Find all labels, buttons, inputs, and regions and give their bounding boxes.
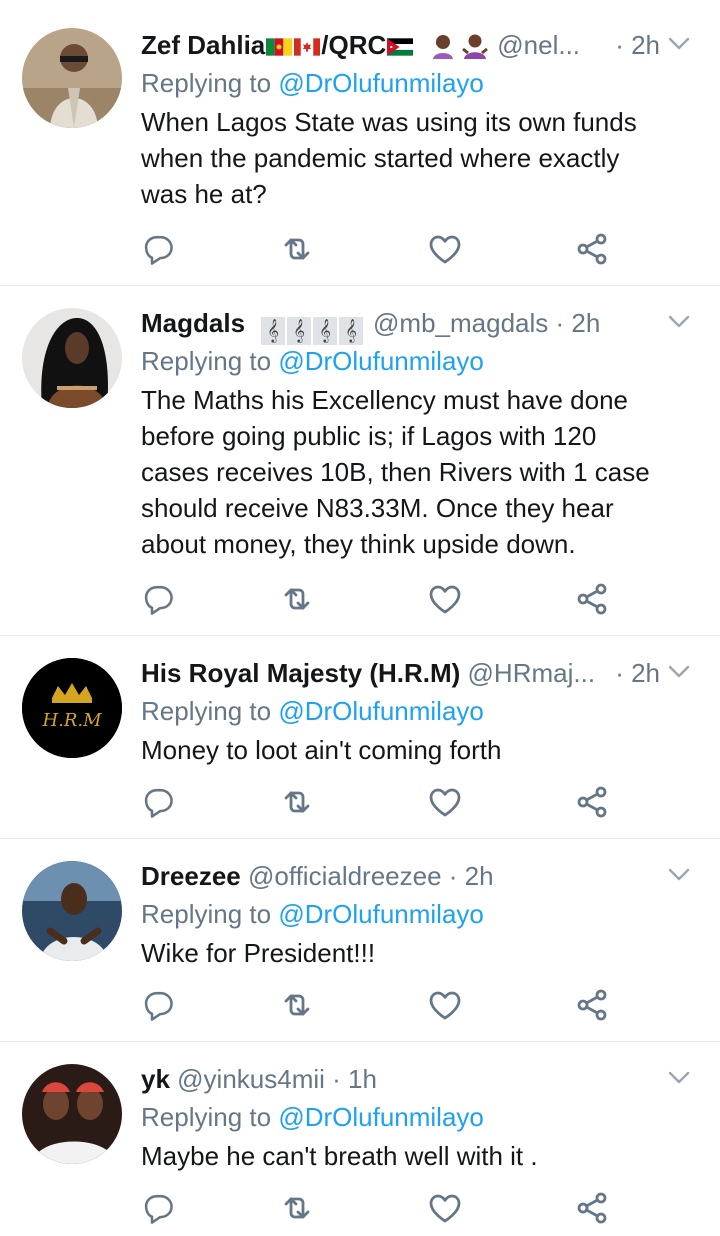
tweet-actions [0, 782, 720, 822]
tweet-actions [0, 229, 720, 269]
like-icon[interactable] [425, 985, 465, 1025]
chevron-down-icon[interactable] [666, 30, 692, 56]
retweet-icon[interactable] [277, 1188, 317, 1228]
mention-link[interactable]: @DrOlufunmilayo [278, 68, 484, 98]
chevron-down-icon[interactable] [666, 1064, 692, 1090]
reply-icon[interactable] [137, 985, 177, 1025]
replying-label: Replying to [141, 68, 272, 98]
cameroon-flag-icon [266, 38, 293, 56]
timestamp[interactable]: · 2h [615, 654, 660, 692]
user-handle[interactable]: @officialdreezee [248, 861, 442, 891]
tweet-actions [0, 1188, 720, 1228]
tweet-header: Magdals 𝄞 𝄞 𝄞 𝄞 @mb_magdals · 2h [141, 304, 700, 345]
avatar[interactable] [22, 1064, 122, 1164]
user-handle[interactable]: @yinkus4mii [177, 1064, 325, 1094]
replying-label: Replying to [141, 899, 272, 929]
chevron-down-icon[interactable] [666, 308, 692, 334]
chevron-down-icon[interactable] [666, 658, 692, 684]
avatar[interactable] [22, 308, 122, 408]
tweet-text: The Maths his Excellency must have done … [141, 385, 650, 559]
canada-flag-icon [294, 38, 321, 56]
tweet-actions [0, 985, 720, 1025]
user-handle[interactable]: @HRmaj... [468, 658, 596, 688]
avatar-logo-text: H.R.M [41, 710, 102, 731]
tweet-item[interactable]: Dreezee @officialdreezee · 2h Replying t… [0, 839, 720, 1042]
tweet-text: When Lagos State was using its own funds… [141, 107, 637, 209]
tweet-text: Wike for President!!! [141, 938, 376, 968]
like-icon[interactable] [425, 782, 465, 822]
tweet-item[interactable]: H.R.M His Royal Majesty (H.R.M) @HRmaj..… [0, 636, 720, 839]
like-icon[interactable] [425, 1188, 465, 1228]
like-icon[interactable] [425, 229, 465, 269]
replying-label: Replying to [141, 346, 272, 376]
timestamp[interactable]: · 1h [332, 1064, 377, 1094]
retweet-icon[interactable] [277, 229, 317, 269]
timestamp[interactable]: · 2h [449, 861, 494, 891]
display-name[interactable]: yk [141, 1064, 170, 1094]
display-name-suffix: /QRC [321, 30, 387, 60]
mention-link[interactable]: @DrOlufunmilayo [278, 1102, 484, 1132]
replying-label: Replying to [141, 1102, 272, 1132]
display-name[interactable]: Zef Dahlia [141, 30, 265, 60]
tweet-text: Maybe he can't breath well with it . [141, 1141, 538, 1171]
share-icon[interactable] [572, 985, 612, 1025]
share-icon[interactable] [572, 229, 612, 269]
avatar[interactable] [22, 28, 122, 128]
replying-to: Replying to @DrOlufunmilayo [141, 895, 700, 933]
tweet-item[interactable]: yk @yinkus4mii · 1h Replying to @DrOlufu… [0, 1042, 720, 1236]
timestamp[interactable]: · 2h [556, 308, 601, 338]
jordan-flag-icon [387, 38, 414, 56]
music-note-icon: 𝄞 [339, 317, 364, 345]
retweet-icon[interactable] [277, 782, 317, 822]
display-name[interactable]: Dreezee [141, 861, 241, 891]
tweet-item[interactable]: Magdals 𝄞 𝄞 𝄞 𝄞 @mb_magdals · 2h Replying to … [0, 286, 720, 636]
tweet-item[interactable]: Zef Dahlia/QRC @nel... · 2h Replying to @… [0, 0, 720, 286]
share-icon[interactable] [572, 782, 612, 822]
share-icon[interactable] [572, 579, 612, 619]
user-handle[interactable]: @nel... [497, 30, 580, 60]
replying-label: Replying to [141, 696, 272, 726]
replying-to: Replying to @DrOlufunmilayo [141, 342, 700, 380]
retweet-icon[interactable] [277, 579, 317, 619]
tweet-header: His Royal Majesty (H.R.M) @HRmaj... · 2h [141, 654, 700, 692]
replying-to: Replying to @DrOlufunmilayo [141, 64, 700, 102]
mention-link[interactable]: @DrOlufunmilayo [278, 899, 484, 929]
mention-link[interactable]: @DrOlufunmilayo [278, 346, 484, 376]
display-name[interactable]: His Royal Majesty (H.R.M) [141, 658, 460, 688]
reply-icon[interactable] [137, 229, 177, 269]
music-note-icon: 𝄞 [287, 317, 312, 345]
tweet-text: Money to loot ain't coming forth [141, 735, 502, 765]
tweet-header: Zef Dahlia/QRC @nel... · 2h [141, 26, 700, 64]
user-handle[interactable]: @mb_magdals [373, 308, 548, 338]
reply-icon[interactable] [137, 1188, 177, 1228]
reply-icon[interactable] [137, 782, 177, 822]
facepalm-emoji-icon [433, 35, 454, 59]
shrug-emoji-icon [462, 34, 489, 59]
chevron-down-icon[interactable] [666, 861, 692, 887]
avatar[interactable] [22, 861, 122, 961]
avatar[interactable]: H.R.M [22, 658, 122, 758]
retweet-icon[interactable] [277, 985, 317, 1025]
replying-to: Replying to @DrOlufunmilayo [141, 692, 700, 730]
share-icon[interactable] [572, 1188, 612, 1228]
tweet-actions [0, 579, 720, 619]
tweet-header: Dreezee @officialdreezee · 2h [141, 857, 700, 895]
display-name[interactable]: Magdals [141, 308, 245, 338]
replying-to: Replying to @DrOlufunmilayo [141, 1098, 700, 1136]
music-note-icon: 𝄞 [313, 317, 338, 345]
mention-link[interactable]: @DrOlufunmilayo [278, 696, 484, 726]
reply-icon[interactable] [137, 579, 177, 619]
like-icon[interactable] [425, 579, 465, 619]
music-note-icon: 𝄞 [261, 317, 286, 345]
timestamp[interactable]: · 2h [615, 26, 660, 64]
tweet-header: yk @yinkus4mii · 1h [141, 1060, 700, 1098]
